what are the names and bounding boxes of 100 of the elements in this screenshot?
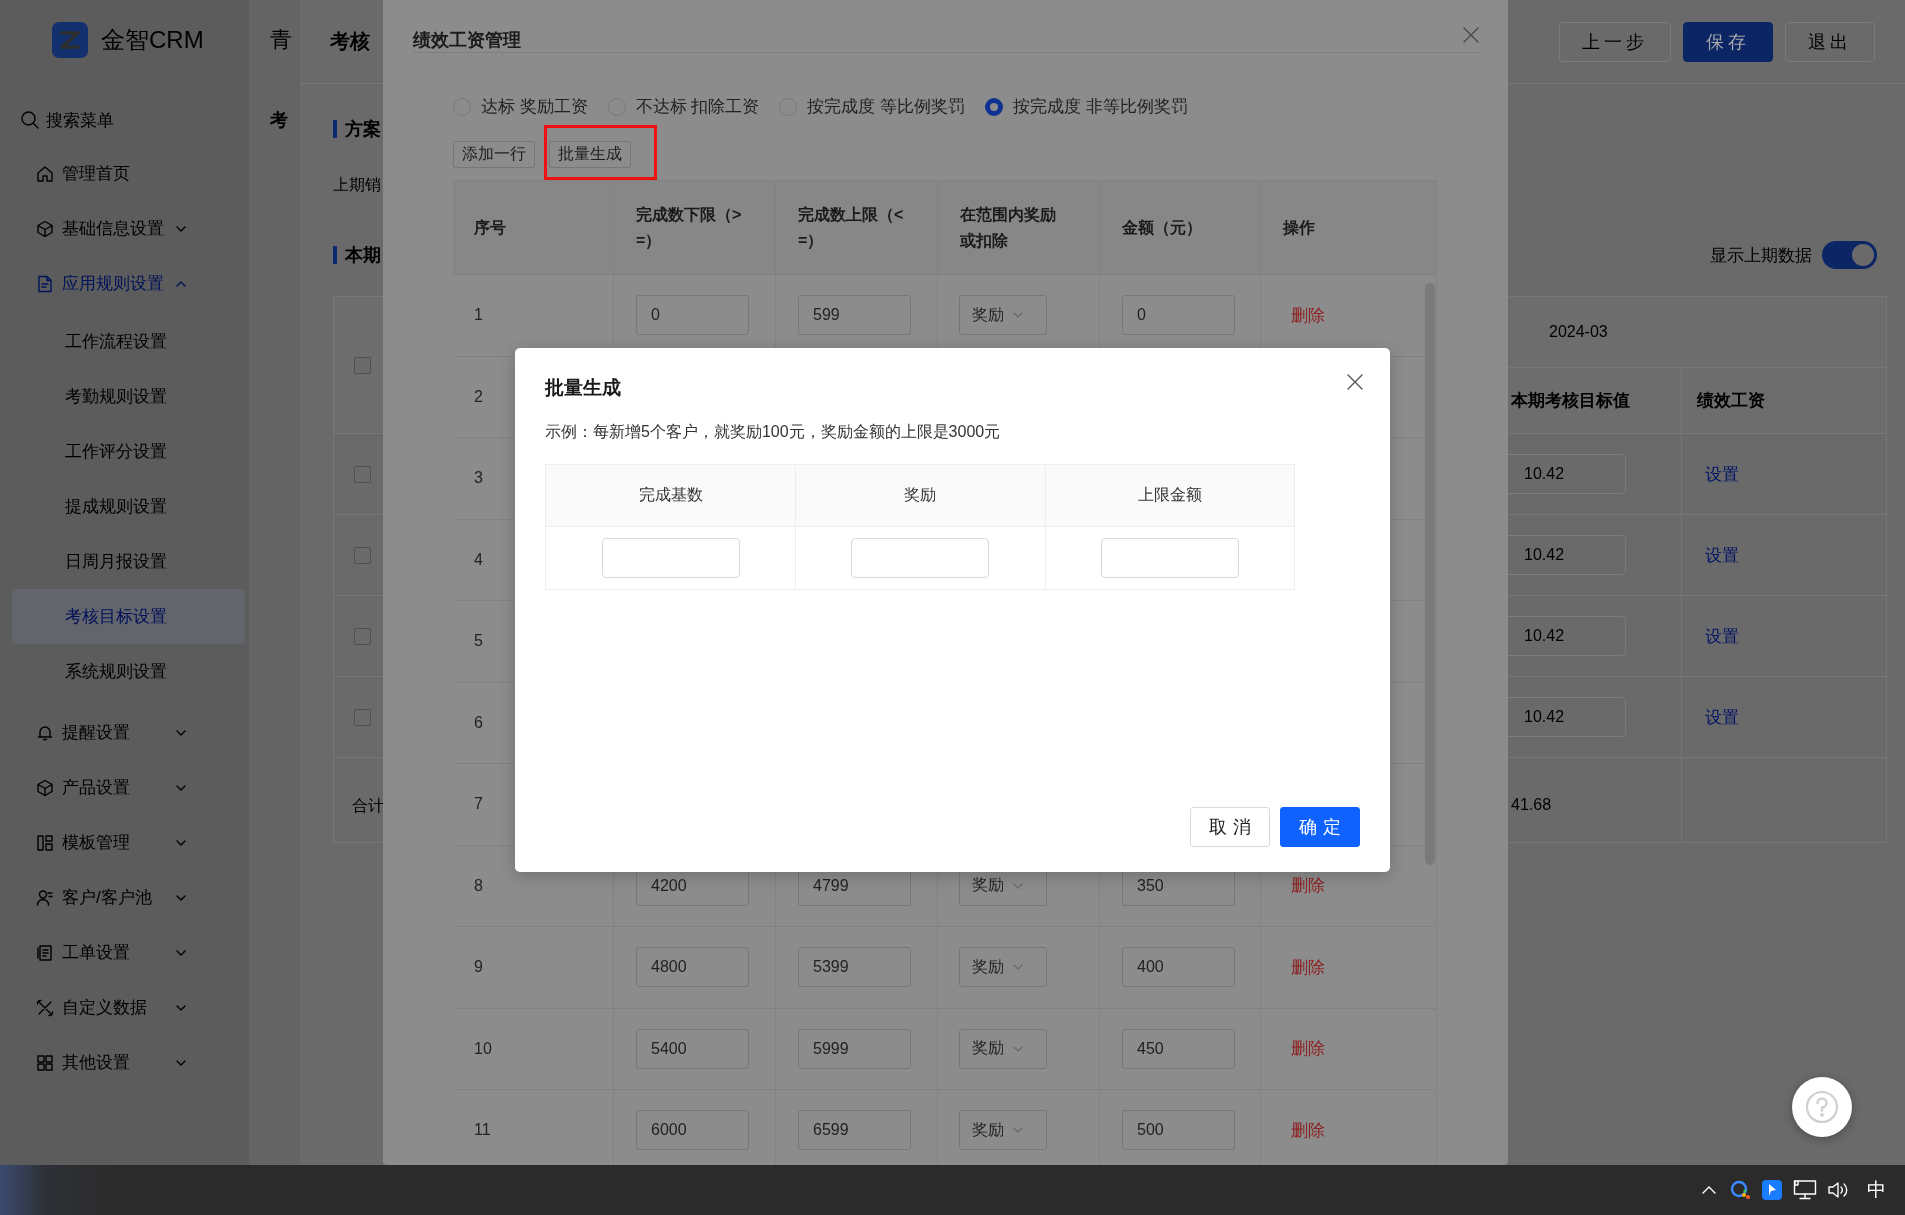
select-field[interactable]: 奖励: [959, 947, 1047, 988]
menu-item[interactable]: 模板管理: [0, 815, 249, 870]
action-button[interactable]: 添加一行: [453, 141, 535, 168]
input-field[interactable]: 5400: [636, 1028, 749, 1069]
delete-link[interactable]: 删除: [1283, 874, 1325, 898]
link[interactable]: 设置: [1682, 543, 1739, 567]
page-tab[interactable]: 青: [270, 27, 300, 53]
select-field[interactable]: 奖励: [959, 1028, 1047, 1069]
table-cell-text: 41.68: [1510, 796, 1552, 814]
field-label: 上期销: [333, 175, 382, 195]
section-title: 本期: [345, 244, 381, 267]
toolbar-button[interactable]: 保存: [1683, 21, 1773, 62]
close-icon[interactable]: [1346, 373, 1364, 391]
radio-option[interactable]: 按完成度 等比例奖罚: [779, 95, 966, 118]
input-field[interactable]: 0: [636, 295, 749, 336]
delete-link[interactable]: 删除: [1283, 955, 1325, 979]
checkbox[interactable]: [354, 356, 371, 374]
toggle-switch[interactable]: [1822, 241, 1877, 269]
cube-icon: [36, 219, 54, 238]
checkbox[interactable]: [354, 465, 371, 483]
column-header: 绩效工资: [1696, 390, 1765, 412]
column-header: 完成数上限（<=）: [798, 204, 905, 251]
menu-item[interactable]: 产品设置: [0, 760, 249, 815]
submenu-item[interactable]: 考勤规则设置: [12, 369, 245, 424]
select-field[interactable]: 奖励: [959, 295, 1047, 336]
row-number: 4: [474, 550, 483, 569]
toolbar-button[interactable]: 上一步: [1559, 21, 1671, 62]
link[interactable]: 设置: [1682, 624, 1739, 648]
hint-text: 示例：每新增5个客户，就奖励100元，奖励金额的上限是3000元: [545, 422, 1002, 442]
radio-option[interactable]: 不达标 扣除工资: [607, 95, 760, 118]
help-icon: [1805, 1090, 1839, 1124]
menu-item[interactable]: 基础信息设置: [0, 201, 249, 256]
submenu-item[interactable]: 系统规则设置: [12, 644, 245, 699]
column-header: 奖励: [795, 465, 1045, 527]
input-field[interactable]: [851, 538, 990, 578]
home-icon: [36, 164, 54, 183]
input-field[interactable]: 400: [1122, 947, 1235, 988]
input-method-indicator[interactable]: 中: [1863, 1177, 1890, 1203]
menu-item[interactable]: 管理首页: [0, 146, 249, 201]
row-number: 1: [474, 306, 483, 325]
link[interactable]: 设置: [1682, 462, 1739, 486]
select-field[interactable]: 奖励: [959, 1110, 1047, 1151]
column-header: 上限金额: [1044, 465, 1294, 527]
delete-link[interactable]: 删除: [1283, 303, 1325, 327]
radio-option[interactable]: 按完成度 非等比例奖罚: [985, 95, 1188, 118]
app-icon[interactable]: [1761, 1179, 1783, 1201]
drawer-title: 考核: [330, 29, 370, 54]
input-field[interactable]: 6000: [636, 1110, 749, 1151]
submenu-item[interactable]: 提成规则设置: [12, 479, 245, 534]
confirm-button[interactable]: 确定: [1280, 807, 1360, 847]
menu-item[interactable]: 工单设置: [0, 925, 249, 980]
input-field[interactable]: 4800: [636, 947, 749, 988]
cancel-button[interactable]: 取消: [1190, 807, 1270, 847]
column-header: 完成基数: [546, 465, 796, 527]
menu-item[interactable]: 其他设置: [0, 1035, 249, 1090]
input-field[interactable]: 450: [1122, 1028, 1235, 1069]
search-field[interactable]: 搜索菜单: [18, 100, 239, 140]
section-title: 方案: [345, 118, 381, 141]
delete-link[interactable]: 删除: [1283, 1037, 1325, 1061]
notepad-icon: [36, 943, 54, 962]
input-field[interactable]: 5399: [798, 947, 911, 988]
row-number: 8: [474, 876, 483, 895]
menu-item[interactable]: 应用规则设置: [0, 256, 249, 311]
delete-link[interactable]: 删除: [1283, 1118, 1325, 1142]
link[interactable]: 设置: [1682, 705, 1739, 729]
page-title: 考: [270, 109, 289, 132]
input-field[interactable]: 5999: [798, 1028, 911, 1069]
input-field[interactable]: 0: [1122, 295, 1235, 336]
input-field[interactable]: [601, 538, 740, 578]
submenu-item[interactable]: 工作流程设置: [12, 314, 245, 369]
submenu-item[interactable]: 工作评分设置: [12, 424, 245, 479]
row-number: 7: [474, 795, 483, 814]
input-field[interactable]: 6599: [798, 1110, 911, 1151]
toolbar-button[interactable]: 退出: [1785, 21, 1875, 62]
chat-icon[interactable]: [1729, 1179, 1751, 1201]
row-number: 2: [474, 387, 483, 406]
input-field[interactable]: 500: [1122, 1110, 1235, 1151]
column-header: 在范围内奖励或扣除: [960, 204, 1057, 251]
checkbox[interactable]: [354, 546, 371, 564]
input-field[interactable]: [1100, 538, 1239, 578]
checkbox[interactable]: [354, 708, 371, 726]
menu-item[interactable]: 提醒设置: [0, 705, 249, 760]
file-icon: [36, 274, 54, 293]
toggle-label: 显示上期数据: [1710, 244, 1812, 267]
row-number: 11: [474, 1121, 491, 1140]
action-button[interactable]: 批量生成: [549, 141, 631, 168]
radio-option[interactable]: 达标 奖励工资: [453, 95, 588, 118]
submenu-item[interactable]: 日周月报设置: [12, 534, 245, 589]
cube-icon: [36, 778, 54, 797]
menu-item[interactable]: 客户/客户池: [0, 870, 249, 925]
monitor-icon[interactable]: [1793, 1179, 1817, 1201]
column-header: 本期考核目标值: [1510, 390, 1630, 412]
row-number: 5: [474, 632, 483, 651]
submenu-item[interactable]: 考核目标设置: [12, 589, 245, 644]
menu-item[interactable]: 自定义数据: [0, 980, 249, 1035]
checkbox[interactable]: [354, 627, 371, 645]
row-number: 3: [474, 469, 483, 488]
input-field[interactable]: 599: [798, 295, 911, 336]
column-header: 序号: [474, 217, 507, 238]
grid-icon: [36, 1053, 54, 1072]
